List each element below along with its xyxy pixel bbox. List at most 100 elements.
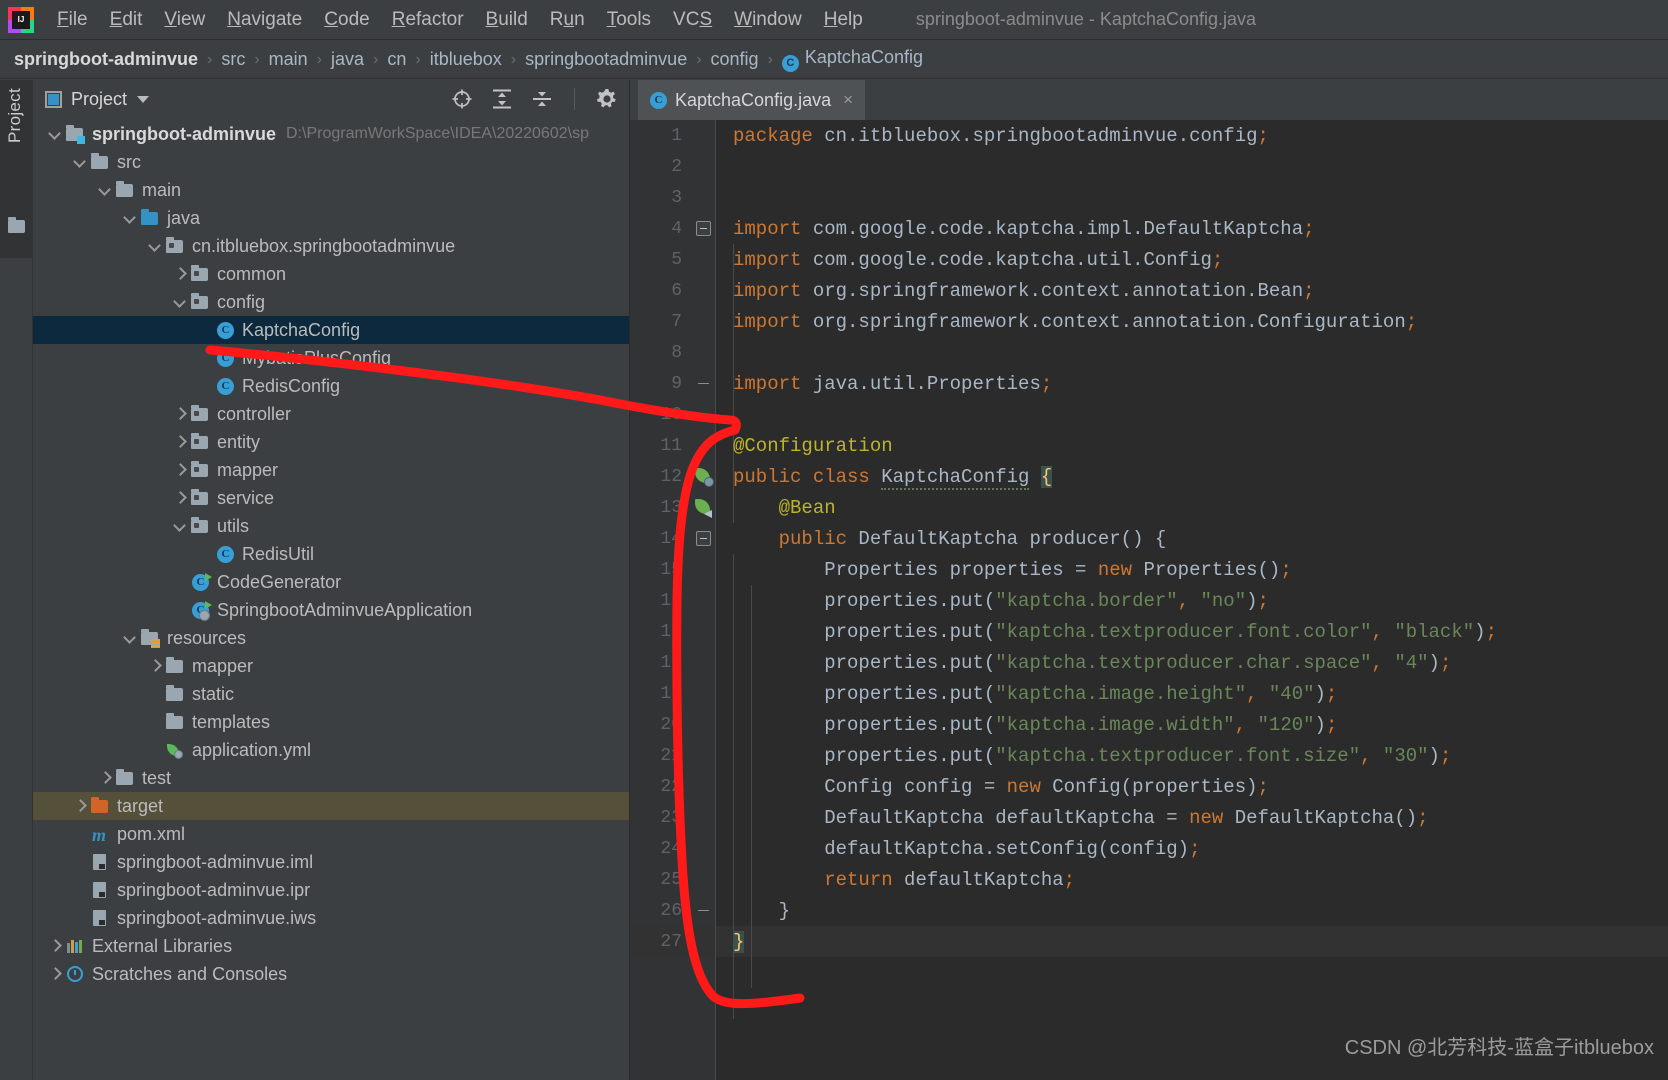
tree-node-mybatisplusconfig[interactable]: C MybatisPlusConfig <box>33 344 629 372</box>
code-editor[interactable]: 1 package cn.itbluebox.springbootadminvue… <box>630 120 1668 1080</box>
breadcrumb-item-main[interactable]: main <box>269 49 308 70</box>
gear-icon[interactable] <box>595 87 619 111</box>
breadcrumb-item-kaptchaconfig[interactable]: C KaptchaConfig <box>781 47 923 72</box>
tree-node-springboot-adminvue-ipr[interactable]: springboot-adminvue.ipr <box>33 876 629 904</box>
chevron-right-icon[interactable] <box>47 938 63 954</box>
chevron-down-icon[interactable] <box>137 95 150 103</box>
code-line-25[interactable]: 25 return defaultKaptcha; <box>630 864 1668 895</box>
collapse-all-icon[interactable] <box>530 87 554 111</box>
tree-node-service[interactable]: service <box>33 484 629 512</box>
code-line-18[interactable]: 18 properties.put("kaptcha.textproducer.… <box>630 647 1668 678</box>
code-line-27[interactable]: 27} <box>630 926 1668 957</box>
chevron-right-icon[interactable] <box>47 966 63 982</box>
code-line-8[interactable]: 8 <box>630 337 1668 368</box>
tree-node-redisutil[interactable]: C RedisUtil <box>33 540 629 568</box>
tree-node-static[interactable]: static <box>33 680 629 708</box>
code-line-26[interactable]: 26 } <box>630 895 1668 926</box>
chevron-down-icon[interactable] <box>172 294 188 310</box>
code-line-10[interactable]: 10 <box>630 399 1668 430</box>
code-line-23[interactable]: 23 DefaultKaptcha defaultKaptcha = new D… <box>630 802 1668 833</box>
menu-item-run[interactable]: Run <box>539 7 596 33</box>
menu-item-help[interactable]: Help <box>813 7 874 33</box>
chevron-right-icon[interactable] <box>72 798 88 814</box>
code-line-20[interactable]: 20 properties.put("kaptcha.image.width",… <box>630 709 1668 740</box>
fold-end-icon[interactable] <box>692 368 715 399</box>
fold-start-icon[interactable] <box>692 213 715 244</box>
tree-node-controller[interactable]: controller <box>33 400 629 428</box>
chevron-right-icon[interactable] <box>172 462 188 478</box>
breadcrumb-item-src[interactable]: src <box>221 49 245 70</box>
menu-item-code[interactable]: Code <box>313 7 380 33</box>
expand-all-icon[interactable] <box>490 87 514 111</box>
tree-node-pom-xml[interactable]: m pom.xml <box>33 820 629 848</box>
tree-node-kaptchaconfig[interactable]: C KaptchaConfig <box>33 316 629 344</box>
tree-node-config[interactable]: config <box>33 288 629 316</box>
breadcrumb-item-itbluebox[interactable]: itbluebox <box>430 49 502 70</box>
menu-item-view[interactable]: View <box>153 7 216 33</box>
breadcrumb-item-springboot-adminvue[interactable]: springboot-adminvue <box>14 49 198 70</box>
breadcrumb-item-java[interactable]: java <box>331 49 364 70</box>
tree-node-mapper[interactable]: mapper <box>33 456 629 484</box>
code-line-4[interactable]: 4 import com.google.code.kaptcha.impl.Def… <box>630 213 1668 244</box>
chevron-right-icon[interactable] <box>97 770 113 786</box>
code-line-2[interactable]: 2 <box>630 151 1668 182</box>
tree-node-scratches-and-consoles[interactable]: Scratches and Consoles <box>33 960 629 988</box>
tool-window-button-project[interactable]: Project <box>5 88 25 143</box>
tree-node-templates[interactable]: templates <box>33 708 629 736</box>
folder-icon[interactable] <box>8 217 25 233</box>
code-line-13[interactable]: 13 @Bean <box>630 492 1668 523</box>
chevron-right-icon[interactable] <box>147 658 163 674</box>
chevron-down-icon[interactable] <box>172 518 188 534</box>
chevron-down-icon[interactable] <box>147 238 163 254</box>
chevron-right-icon[interactable] <box>172 406 188 422</box>
tree-node-common[interactable]: common <box>33 260 629 288</box>
chevron-down-icon[interactable] <box>122 210 138 226</box>
tree-node-resources[interactable]: resources <box>33 624 629 652</box>
tree-node-springboot-adminvue[interactable]: springboot-adminvue D:\ProgramWorkSpace\I… <box>33 120 629 148</box>
code-line-11[interactable]: 11 @Configuration <box>630 430 1668 461</box>
code-line-14[interactable]: 14 public DefaultKaptcha producer() { <box>630 523 1668 554</box>
fold-start-icon[interactable] <box>692 523 715 554</box>
menu-item-edit[interactable]: Edit <box>99 7 154 33</box>
tree-node-test[interactable]: test <box>33 764 629 792</box>
breadcrumb-item-cn[interactable]: cn <box>387 49 406 70</box>
tree-node-src[interactable]: src <box>33 148 629 176</box>
chevron-down-icon[interactable] <box>122 630 138 646</box>
code-line-5[interactable]: 5 import com.google.code.kaptcha.util.Con… <box>630 244 1668 275</box>
chevron-right-icon[interactable] <box>172 434 188 450</box>
breadcrumb-item-config[interactable]: config <box>711 49 759 70</box>
locate-icon[interactable] <box>450 87 474 111</box>
tree-node-entity[interactable]: entity <box>33 428 629 456</box>
tree-node-external-libraries[interactable]: External Libraries <box>33 932 629 960</box>
chevron-down-icon[interactable] <box>97 182 113 198</box>
code-line-24[interactable]: 24 defaultKaptcha.setConfig(config); <box>630 833 1668 864</box>
tree-node-springbootadminvueapplication[interactable]: C SpringbootAdminvueApplication <box>33 596 629 624</box>
fold-end-icon[interactable] <box>692 895 715 926</box>
tree-node-application-yml[interactable]: application.yml <box>33 736 629 764</box>
code-line-9[interactable]: 9 import java.util.Properties; <box>630 368 1668 399</box>
tree-node-springboot-adminvue-iws[interactable]: springboot-adminvue.iws <box>33 904 629 932</box>
code-line-1[interactable]: 1 package cn.itbluebox.springbootadminvue… <box>630 120 1668 151</box>
code-line-21[interactable]: 21 properties.put("kaptcha.textproducer.… <box>630 740 1668 771</box>
code-line-16[interactable]: 16 properties.put("kaptcha.border", "no"… <box>630 585 1668 616</box>
menu-item-tools[interactable]: Tools <box>596 7 662 33</box>
tree-node-redisconfig[interactable]: C RedisConfig <box>33 372 629 400</box>
code-line-3[interactable]: 3 <box>630 182 1668 213</box>
breadcrumb-item-springbootadminvue[interactable]: springbootadminvue <box>525 49 687 70</box>
menu-item-file[interactable]: File <box>46 7 99 33</box>
spring-bean-gutter-icon[interactable] <box>692 461 715 492</box>
code-line-22[interactable]: 22 Config config = new Config(properties… <box>630 771 1668 802</box>
tree-node-main[interactable]: main <box>33 176 629 204</box>
code-line-19[interactable]: 19 properties.put("kaptcha.image.height"… <box>630 678 1668 709</box>
chevron-down-icon[interactable] <box>72 154 88 170</box>
spring-bean-navigate-gutter-icon[interactable] <box>692 492 715 523</box>
menu-item-build[interactable]: Build <box>475 7 539 33</box>
menu-item-navigate[interactable]: Navigate <box>216 7 313 33</box>
chevron-right-icon[interactable] <box>172 266 188 282</box>
tree-node-cn-itbluebox-springbootadminvue[interactable]: cn.itbluebox.springbootadminvue <box>33 232 629 260</box>
tree-node-mapper[interactable]: mapper <box>33 652 629 680</box>
tree-node-utils[interactable]: utils <box>33 512 629 540</box>
code-line-12[interactable]: 12 public class KaptchaConfig { <box>630 461 1668 492</box>
tree-node-target[interactable]: target <box>33 792 629 820</box>
code-line-15[interactable]: 15 Properties properties = new Propertie… <box>630 554 1668 585</box>
